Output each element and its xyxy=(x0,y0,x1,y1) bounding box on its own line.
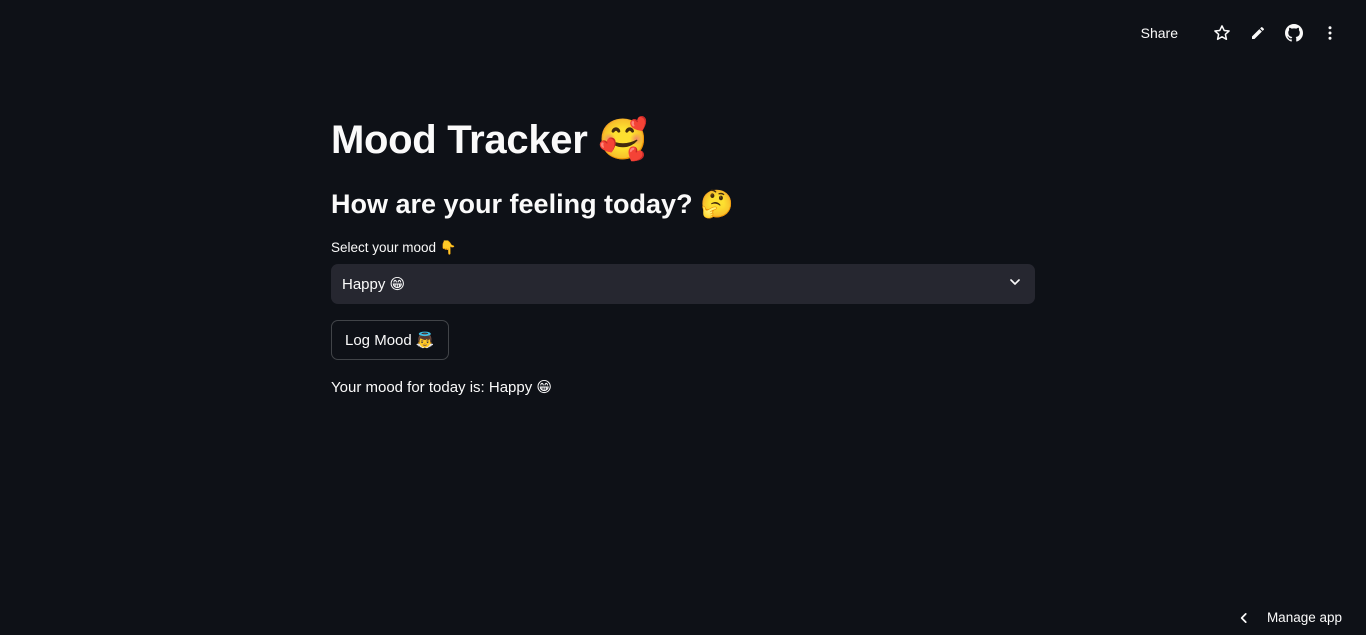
share-button[interactable]: Share xyxy=(1141,25,1178,41)
manage-app-button[interactable]: Manage app xyxy=(1237,610,1342,625)
more-vertical-icon[interactable] xyxy=(1320,23,1340,43)
mood-select-value: Happy 😁 xyxy=(342,276,406,293)
star-icon[interactable] xyxy=(1212,23,1232,43)
chevron-left-icon xyxy=(1237,611,1251,625)
mood-result-text: Your mood for today is: Happy 😁 xyxy=(331,379,553,396)
mood-select[interactable]: Happy 😁 xyxy=(331,264,1035,304)
top-toolbar: Share xyxy=(1141,21,1340,45)
log-mood-button[interactable]: Log Mood 👼 xyxy=(331,320,449,360)
manage-app-label: Manage app xyxy=(1266,610,1342,625)
chevron-down-icon xyxy=(1007,274,1023,295)
pencil-icon[interactable] xyxy=(1248,23,1268,43)
main-content: Mood Tracker 🥰 How are your feeling toda… xyxy=(331,110,1035,399)
mood-select-label: Select your mood 👇 xyxy=(331,240,457,255)
page-subtitle: How are your feeling today? 🤔 xyxy=(331,189,734,219)
github-icon[interactable] xyxy=(1284,23,1304,43)
page-title: Mood Tracker 🥰 xyxy=(331,118,648,162)
app-root: Share Mood Tracker 🥰 How are your feelin… xyxy=(0,0,1366,635)
